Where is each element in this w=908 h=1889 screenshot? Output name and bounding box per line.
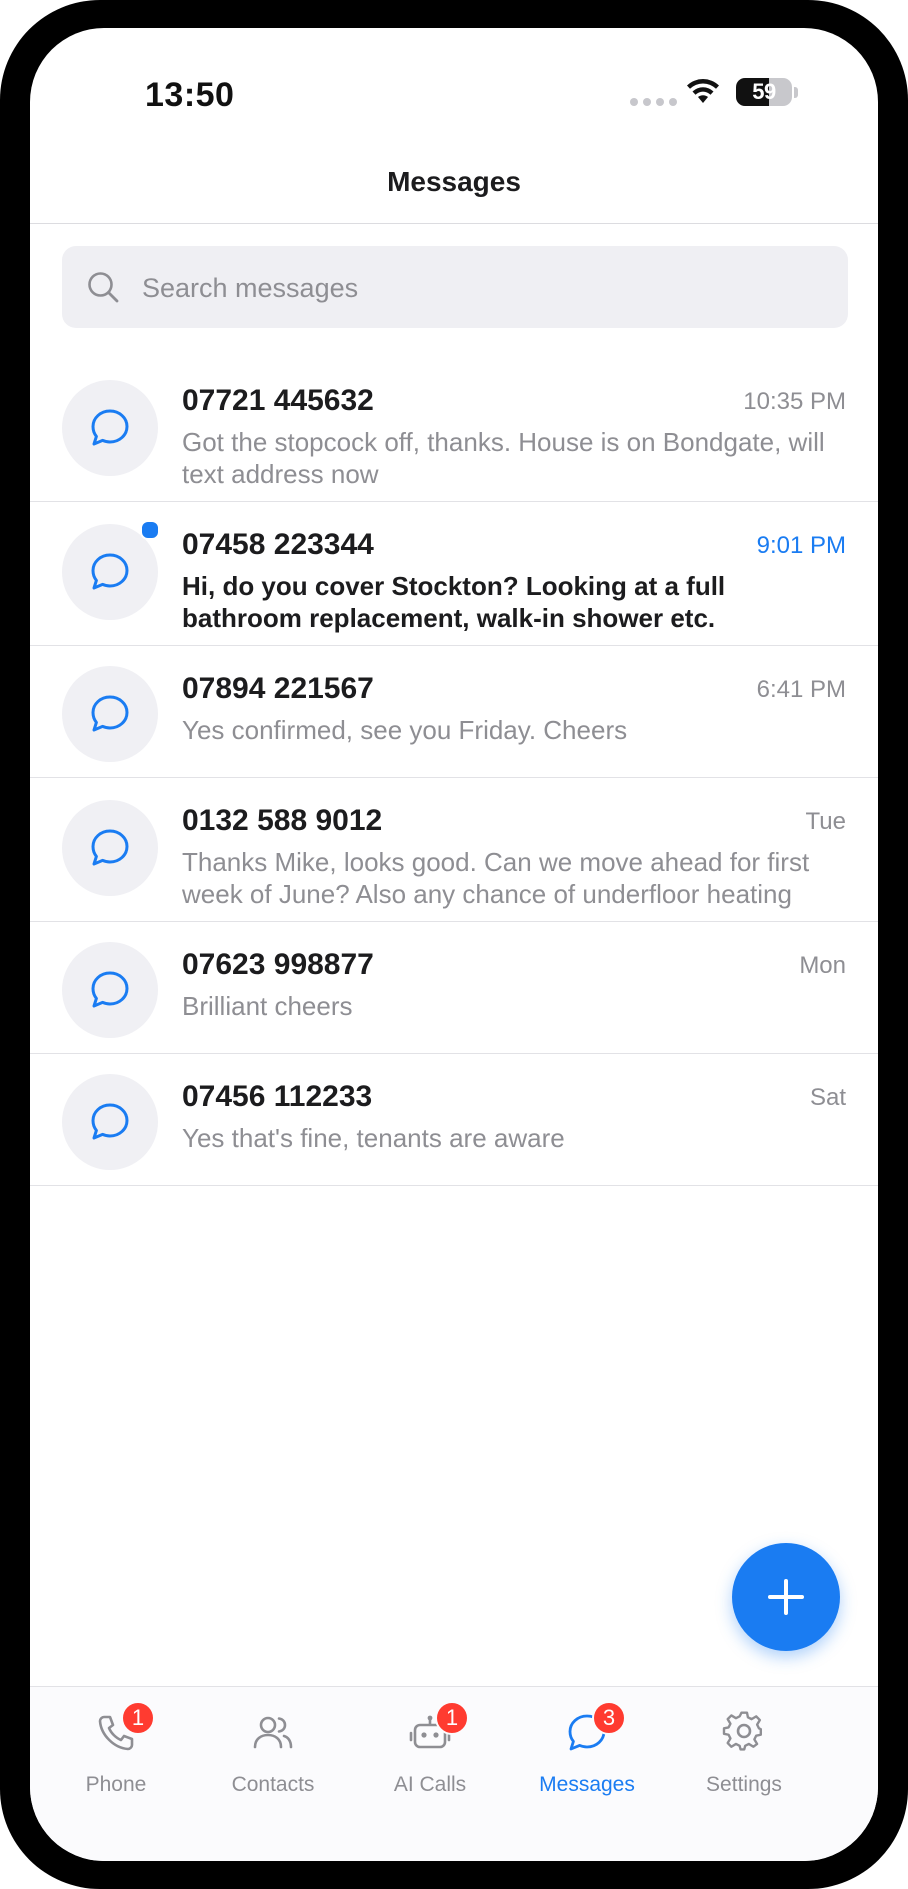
message-time: Tue <box>805 808 846 835</box>
screen: 13:50 59 Messages Search messages 07721 … <box>30 28 878 1861</box>
page-title: Messages <box>387 166 521 197</box>
tab-label: Messages <box>539 1773 635 1796</box>
contact-name: 07458 223344 <box>182 528 374 561</box>
battery-nub <box>794 87 798 98</box>
chat-bubble-icon <box>91 971 129 1008</box>
battery-level: 59 <box>752 79 776 104</box>
avatar <box>62 800 158 896</box>
contact-name: 07456 112233 <box>182 1080 373 1113</box>
contacts-icon <box>253 1716 293 1749</box>
message-time: Sat <box>809 1084 846 1111</box>
contact-name: 07721 445632 <box>182 384 374 417</box>
message-row[interactable]: 07456 112233 Sat Yes that's fine, tenant… <box>30 1054 878 1186</box>
message-row[interactable]: 07458 223344 9:01 PM Hi, do you cover St… <box>30 502 878 646</box>
device-frame: 13:50 59 Messages Search messages 07721 … <box>0 0 908 1889</box>
unread-indicator <box>140 520 160 540</box>
message-row[interactable]: 0132 588 9012 Tue Thanks Mike, looks goo… <box>30 778 878 922</box>
status-bar: 13:50 59 <box>30 28 878 148</box>
tab-settings[interactable]: Settings <box>669 1687 819 1807</box>
message-time: 6:41 PM <box>756 676 846 703</box>
battery-icon: 59 <box>736 78 792 106</box>
messages-badge: 3 <box>592 1701 626 1735</box>
tab-label: Settings <box>706 1773 782 1796</box>
new-message-button[interactable] <box>732 1543 840 1651</box>
message-time: Mon <box>799 952 846 979</box>
search-icon <box>88 272 119 303</box>
avatar <box>62 666 158 762</box>
message-preview: Got the stopcock off, thanks. House is o… <box>182 427 825 489</box>
message-preview: Yes confirmed, see you Friday. Cheers <box>182 715 628 745</box>
wifi-icon <box>687 79 719 103</box>
contact-name: 0132 588 9012 <box>182 804 383 837</box>
message-row[interactable]: 07721 445632 10:35 PM Got the stopcock o… <box>30 358 878 502</box>
tab-phone[interactable]: 1 Phone <box>41 1687 191 1807</box>
tab-messages[interactable]: 3 Messages <box>512 1687 662 1807</box>
chat-bubble-icon <box>91 829 129 866</box>
tab-bar: 1 Phone Contacts 1 AI Calls 3 Messages S… <box>30 1686 878 1861</box>
search-bar[interactable] <box>62 246 848 330</box>
message-preview: Hi, do you cover Stockton? Looking at a … <box>182 571 726 633</box>
chat-bubble-icon <box>91 409 129 446</box>
chat-bubble-icon <box>91 695 129 732</box>
search-input[interactable] <box>140 246 824 330</box>
avatar <box>62 1074 158 1170</box>
message-row[interactable]: 07894 221567 6:41 PM Yes confirmed, see … <box>30 646 878 778</box>
contact-name: 07894 221567 <box>182 672 374 705</box>
message-preview: Brilliant cheers <box>182 991 353 1021</box>
message-row[interactable]: 07623 998877 Mon Brilliant cheers <box>30 922 878 1054</box>
gear-icon <box>722 1711 762 1751</box>
tab-label: Phone <box>85 1773 147 1796</box>
tab-ai-calls[interactable]: 1 AI Calls <box>355 1687 505 1807</box>
tab-label: AI Calls <box>393 1773 467 1796</box>
message-time: 9:01 PM <box>756 532 846 559</box>
message-time: 10:35 PM <box>743 388 846 415</box>
message-preview: Yes that's fine, tenants are aware <box>182 1123 565 1153</box>
ai-calls-badge: 1 <box>435 1701 469 1735</box>
contact-name: 07623 998877 <box>182 948 374 981</box>
tab-label: Contacts <box>231 1773 315 1796</box>
chat-bubble-icon <box>91 553 129 590</box>
tab-contacts[interactable]: Contacts <box>198 1687 348 1807</box>
cellular-signal-icon <box>630 98 677 106</box>
avatar <box>62 942 158 1038</box>
chat-bubble-icon <box>91 1103 129 1140</box>
message-preview: Thanks Mike, looks good. Can we move ahe… <box>182 847 810 909</box>
plus-icon <box>768 1579 804 1615</box>
avatar <box>62 380 158 476</box>
header-divider <box>30 223 878 224</box>
status-time: 13:50 <box>145 76 235 114</box>
phone-badge: 1 <box>121 1701 155 1735</box>
